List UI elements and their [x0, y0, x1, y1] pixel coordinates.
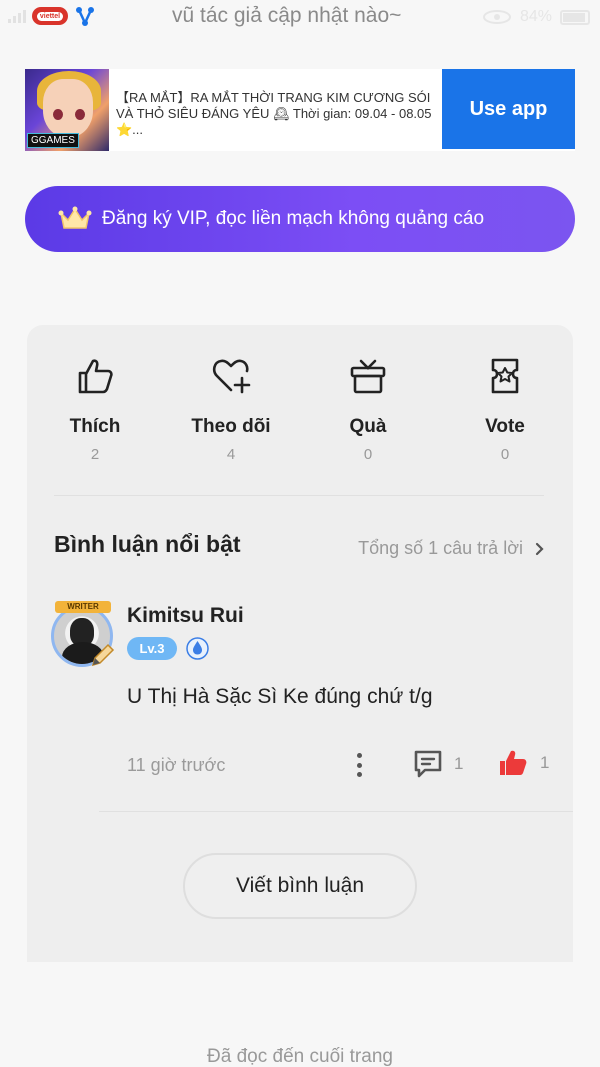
gift-label: Quà — [349, 416, 387, 437]
gift-action[interactable]: Quà 0 — [313, 355, 423, 463]
signal-icon — [8, 9, 26, 23]
vip-banner-label: Đăng ký VIP, đọc liền mạch không quảng c… — [102, 208, 485, 229]
crown-icon — [58, 206, 92, 229]
level-badge: Lv.3 — [127, 637, 177, 660]
status-page-title: vũ tác giả cập nhật nào~ — [172, 4, 402, 27]
total-replies-link[interactable]: Tổng số 1 câu trả lời — [358, 538, 545, 559]
ad-thumbnail[interactable]: GGAMES — [25, 69, 109, 151]
gift-count: 0 — [363, 446, 373, 463]
action-row: Thích 2 Theo dõi 4 Quà 0 Vote 0 — [27, 355, 573, 465]
chevron-right-icon — [535, 542, 544, 555]
comment-like-button[interactable]: 1 — [498, 749, 549, 777]
commenter-name[interactable]: Kimitsu Rui — [127, 604, 244, 628]
comment-text: U Thị Hà Sặc Sì Ke đúng chứ t/g — [127, 685, 433, 708]
interaction-card: Thích 2 Theo dõi 4 Quà 0 Vote 0 Bình luậ… — [27, 325, 573, 962]
share-fork-icon — [76, 7, 94, 26]
like-count: 2 — [90, 446, 100, 463]
follow-action[interactable]: Theo dõi 4 — [176, 355, 286, 463]
vote-ticket-icon — [491, 358, 519, 394]
comment-divider — [99, 811, 573, 812]
ad-game-badge: GGAMES — [27, 133, 79, 148]
highlight-comments-title: Bình luận nổi bật — [54, 531, 241, 557]
vip-banner[interactable]: Đăng ký VIP, đọc liền mạch không quảng c… — [25, 186, 575, 252]
ad-text[interactable]: 【RA MẮT】RA MẮT THỜI TRANG KIM CƯƠNG SÓI … — [109, 69, 442, 151]
reply-count: 1 — [454, 754, 464, 773]
comment-time: 11 giờ trước — [127, 755, 226, 775]
carrier-logo: viettel — [32, 7, 68, 25]
comment-bubble-icon — [414, 750, 442, 778]
heart-plus-icon — [212, 359, 251, 394]
eye-icon — [482, 10, 511, 24]
comment-like-count: 1 — [540, 753, 550, 772]
battery-icon — [560, 9, 590, 25]
status-left: viettel — [8, 6, 96, 26]
writer-badge: WRITER — [55, 601, 111, 613]
vote-count: 0 — [500, 446, 510, 463]
use-app-button[interactable]: Use app — [442, 69, 575, 149]
like-label: Thích — [69, 416, 121, 437]
reply-button[interactable]: 1 — [412, 749, 463, 779]
gift-icon — [350, 359, 386, 394]
like-action[interactable]: Thích 2 — [40, 355, 150, 463]
end-of-page-text: Đã đọc đến cuối trang — [207, 1046, 393, 1067]
vote-action[interactable]: Vote 0 — [450, 355, 560, 463]
more-options-icon[interactable] — [349, 751, 369, 779]
status-bar: viettel vũ tác giả cập nhật nào~ 84% — [0, 0, 600, 32]
vote-label: Vote — [485, 416, 525, 437]
follow-count: 4 — [226, 446, 236, 463]
drop-badge-icon — [186, 637, 209, 660]
status-right: 84% — [482, 8, 590, 26]
battery-percent: 84% — [519, 8, 552, 25]
total-replies-label: Tổng số 1 câu trả lời — [358, 538, 523, 558]
pen-icon — [91, 643, 115, 667]
thumbs-up-icon — [78, 359, 113, 394]
ad-banner[interactable]: GGAMES 【RA MẮT】RA MẮT THỜI TRANG KIM CƯƠ… — [25, 69, 575, 151]
section-divider — [54, 495, 544, 496]
write-comment-button[interactable]: Viết bình luận — [183, 853, 417, 919]
thumbs-up-filled-icon — [500, 750, 527, 775]
follow-label: Theo dõi — [191, 416, 271, 437]
